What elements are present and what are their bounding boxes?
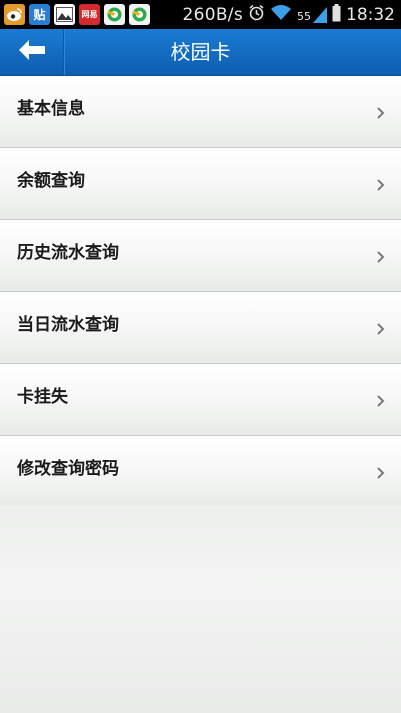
menu-item-report-lost-card[interactable]: 卡挂失	[0, 364, 401, 436]
menu-list: 基本信息 余额查询 历史流水查询 当日流水查询 卡挂失 修改查询密码	[0, 76, 401, 508]
empty-area	[0, 505, 401, 713]
signal-icon: 55	[297, 6, 327, 23]
clock: 18:32	[346, 4, 395, 25]
tieba-icon: 贴	[29, 4, 50, 25]
netease-news-icon: 网易	[79, 4, 100, 25]
chevron-right-icon	[377, 251, 385, 263]
chevron-right-icon	[377, 179, 385, 191]
alarm-icon	[248, 4, 265, 25]
back-button[interactable]	[0, 29, 64, 75]
system-indicators: 260B/s 55 18:32	[182, 0, 395, 29]
gallery-icon	[54, 4, 75, 25]
chevron-right-icon	[377, 395, 385, 407]
menu-item-balance-query[interactable]: 余额查询	[0, 148, 401, 220]
menu-item-label: 修改查询密码	[17, 459, 119, 479]
menu-item-history-transactions[interactable]: 历史流水查询	[0, 220, 401, 292]
app-store-icon	[104, 4, 125, 25]
title-bar: 校园卡	[0, 29, 401, 76]
back-arrow-icon	[18, 40, 45, 64]
menu-item-label: 基本信息	[17, 99, 85, 119]
app-store-icon	[129, 4, 150, 25]
network-speed: 260B/s	[182, 4, 243, 25]
screen: 贴 网易 260B/s 55 18:32 校园卡 基本信息 余额查询 历史流水查…	[0, 0, 401, 713]
wifi-icon	[270, 4, 292, 25]
menu-item-label: 当日流水查询	[17, 315, 119, 335]
chevron-right-icon	[377, 107, 385, 119]
battery-icon	[332, 3, 341, 26]
menu-item-label: 卡挂失	[17, 387, 68, 407]
menu-item-label: 余额查询	[17, 171, 85, 191]
notification-icons: 贴 网易	[0, 4, 150, 25]
status-bar: 贴 网易 260B/s 55 18:32	[0, 0, 401, 29]
menu-item-basic-info[interactable]: 基本信息	[0, 76, 401, 148]
menu-item-label: 历史流水查询	[17, 243, 119, 263]
weibo-icon	[4, 4, 25, 25]
chevron-right-icon	[377, 323, 385, 335]
chevron-right-icon	[377, 467, 385, 479]
menu-item-today-transactions[interactable]: 当日流水查询	[0, 292, 401, 364]
signal-label: 55	[297, 10, 311, 23]
menu-item-change-query-password[interactable]: 修改查询密码	[0, 436, 401, 508]
